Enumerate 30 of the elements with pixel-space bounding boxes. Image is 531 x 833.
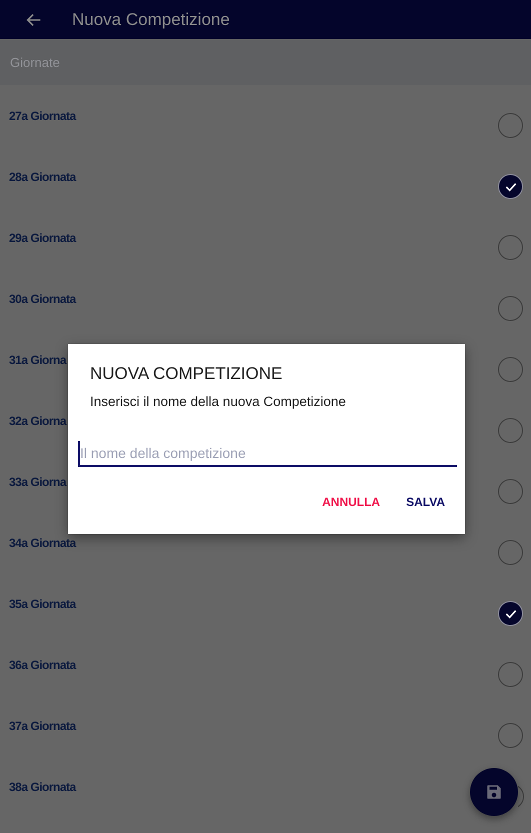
checkbox[interactable] xyxy=(498,601,523,626)
checkbox[interactable] xyxy=(498,479,523,504)
screen-title: Nuova Competizione xyxy=(72,10,230,30)
checkbox[interactable] xyxy=(498,113,523,138)
matchday-label: 35a Giornata xyxy=(9,597,76,611)
matchday-label: 32a Giorna xyxy=(9,414,66,428)
matchday-label: 31a Giorna xyxy=(9,353,66,367)
checkbox[interactable] xyxy=(498,357,523,382)
checkbox[interactable] xyxy=(498,418,523,443)
checkbox[interactable] xyxy=(498,235,523,260)
matchday-label: 28a Giornata xyxy=(9,170,76,184)
checkbox[interactable] xyxy=(498,174,523,199)
matchday-label: 30a Giornata xyxy=(9,292,76,306)
matchday-label: 27a Giornata xyxy=(9,109,76,123)
cancel-button[interactable]: ANNULLA xyxy=(312,489,390,515)
input-field[interactable]: Il nome della competizione xyxy=(78,441,457,467)
dialog-title: NUOVA COMPETIZIONE xyxy=(89,364,284,384)
matchday-label: 36a Giornata xyxy=(9,658,76,672)
matchday-label: 29a Giornata xyxy=(9,231,76,245)
save-button[interactable]: SALVA xyxy=(396,489,455,515)
matchday-label: 33a Giorna xyxy=(9,475,66,489)
checkbox[interactable] xyxy=(498,723,523,748)
dialog-message: Inserisci il nome della nuova Competizione xyxy=(89,394,347,409)
matchday-label: 34a Giornata xyxy=(9,536,76,550)
floating-save-button[interactable] xyxy=(470,768,518,816)
matchday-label: 37a Giornata xyxy=(9,719,76,733)
checkbox[interactable] xyxy=(498,662,523,687)
checkbox[interactable] xyxy=(498,296,523,321)
checkbox[interactable] xyxy=(498,540,523,565)
matchday-label: 38a Giornata xyxy=(9,780,76,794)
